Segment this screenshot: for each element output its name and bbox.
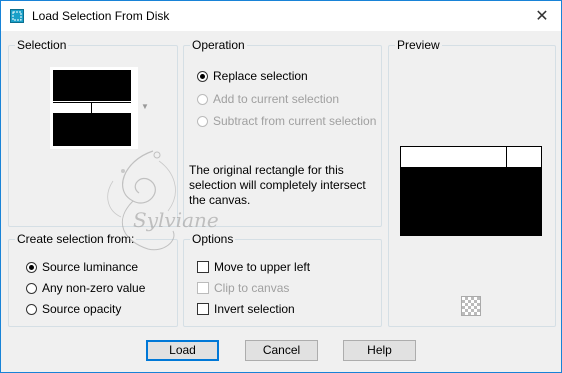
checkbox-clip-to-canvas[interactable]: Clip to canvas — [197, 280, 289, 296]
options-group: Options Move to upper left Clip to canva… — [183, 232, 382, 327]
title-bar[interactable]: Load Selection From Disk ✕ — [1, 1, 561, 31]
radio-source-opacity[interactable]: Source opacity — [26, 301, 121, 317]
operation-legend: Operation — [190, 38, 247, 52]
chevron-down-icon[interactable]: ▼ — [141, 102, 149, 111]
radio-replace-selection[interactable]: Replace selection — [197, 68, 308, 84]
transparency-icon[interactable] — [461, 296, 481, 316]
selection-thumbnail[interactable] — [50, 67, 138, 149]
checkbox-move-to-upper-left[interactable]: Move to upper left — [197, 259, 310, 275]
create-from-legend: Create selection from: — [15, 232, 137, 246]
help-button[interactable]: Help — [343, 340, 416, 361]
preview-group: Preview — [388, 38, 556, 327]
selection-legend: Selection — [15, 38, 69, 52]
close-icon: ✕ — [535, 8, 549, 25]
load-button[interactable]: Load — [146, 340, 219, 361]
close-button[interactable]: ✕ — [523, 1, 561, 31]
radio-any-non-zero-value[interactable]: Any non-zero value — [26, 280, 145, 296]
options-legend: Options — [190, 232, 236, 246]
operation-info-text: The original rectangle for this selectio… — [189, 163, 366, 207]
preview-legend: Preview — [395, 38, 442, 52]
window-title: Load Selection From Disk — [32, 9, 170, 23]
checkbox-invert-selection[interactable]: Invert selection — [197, 301, 295, 317]
watermark-text: Sylviane — [133, 208, 219, 232]
radio-add-to-selection[interactable]: Add to current selection — [197, 91, 339, 107]
preview-image — [400, 146, 542, 236]
radio-source-luminance[interactable]: Source luminance — [26, 259, 138, 275]
dialog-window: Load Selection From Disk ✕ Selection ▼ O… — [0, 0, 562, 373]
radio-subtract-from-selection[interactable]: Subtract from current selection — [197, 113, 376, 129]
cancel-button[interactable]: Cancel — [245, 340, 318, 361]
create-from-group: Create selection from: Source luminance … — [8, 232, 178, 327]
app-icon — [10, 9, 24, 23]
selection-group: Selection ▼ — [8, 38, 178, 227]
